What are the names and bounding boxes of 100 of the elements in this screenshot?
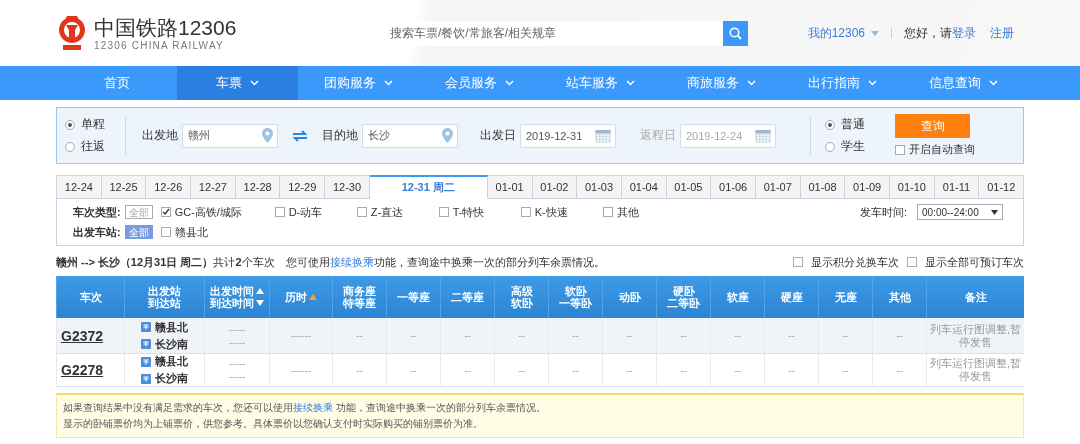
transfer-tip: 您可使用接续换乘功能，查询途中换乘一次的部分列车余票情况。 [286, 254, 605, 270]
date-tab[interactable]: 01-01 [487, 175, 533, 199]
column-header: 动卧 [602, 276, 656, 318]
date-tab[interactable]: 01-11 [934, 175, 980, 199]
display-option-checkbox[interactable]: 显示全部可预订车次 [907, 254, 1024, 270]
arrival-station: 长沙南 [155, 371, 188, 386]
date-tab[interactable]: 12-25 [101, 175, 147, 199]
station-checkbox[interactable]: 赣县北 [160, 224, 208, 240]
seat-availability: -- [734, 330, 741, 341]
date-tab[interactable]: 01-04 [621, 175, 667, 199]
location-pin-icon [262, 128, 273, 143]
duration-text: ------ [291, 330, 311, 341]
date-tab[interactable]: 01-03 [577, 175, 622, 199]
date-field[interactable]: 2019-12-31 [520, 123, 616, 148]
column-header: 商务座 特等座 [332, 276, 386, 318]
calendar-icon [755, 128, 771, 143]
column-header: 硬座 [764, 276, 818, 318]
register-link[interactable]: 注册 [990, 24, 1014, 42]
sort-down-icon[interactable] [256, 300, 264, 306]
train-type-checkbox[interactable]: K-快速 [520, 204, 599, 220]
arrival-time: ----- [228, 371, 246, 382]
column-header: 车次 [56, 276, 124, 318]
column-header: 无座 [818, 276, 872, 318]
arrival-time: ----- [228, 336, 246, 348]
date-label: 返程日 [640, 127, 676, 144]
from-station-field[interactable]: 赣州 [182, 123, 278, 148]
train-type-label: 车次类型: [73, 204, 121, 220]
depart-station-label: 出发车站: [73, 224, 121, 240]
caret-icon [250, 80, 259, 86]
passenger-type-radio[interactable]: 普通 [825, 116, 865, 133]
column-header: 出发站 到达站 [124, 276, 204, 318]
train-type-checkbox[interactable]: Z-直达 [356, 204, 435, 220]
seat-availability: -- [410, 330, 417, 341]
seat-availability: -- [518, 330, 525, 341]
departure-station: 赣县北 [155, 319, 188, 335]
seat-availability: -- [896, 330, 903, 341]
date-tab[interactable]: 12-27 [191, 175, 236, 199]
seat-availability: -- [788, 364, 795, 376]
caret-icon [868, 80, 877, 86]
calendar-icon [595, 128, 611, 143]
seat-availability: -- [626, 364, 633, 376]
caret-icon [747, 80, 756, 86]
trip-type-radio[interactable]: 单程 [65, 116, 105, 133]
trip-type-radio[interactable]: 往返 [65, 138, 105, 155]
caret-icon [505, 80, 514, 86]
date-tab[interactable]: 01-02 [532, 175, 578, 199]
transfer-link[interactable]: 接续换乘 [330, 255, 374, 268]
train-type-checkbox[interactable]: GC-高铁/城际 [160, 204, 271, 220]
search-icon [729, 26, 742, 40]
swap-icon[interactable] [292, 129, 308, 142]
date-tab[interactable]: 01-08 [800, 175, 846, 199]
date-tab[interactable]: 12-31 周二 [369, 175, 488, 199]
notice-text: 显示的卧铺票价均为上铺票价，供您参考。具体票价以您确认支付时实际购买的铺别票价为准。 [63, 417, 484, 431]
date-tab[interactable]: 12-24 [56, 175, 102, 199]
display-option-checkbox[interactable]: 显示积分兑换车次 [793, 254, 899, 270]
date-tab[interactable]: 12-29 [280, 175, 326, 199]
my-account-link[interactable]: 我的12306 [807, 24, 865, 42]
date-tab[interactable]: 12-28 [235, 175, 281, 199]
depart-time-select[interactable]: 00:00--24:00 [917, 204, 1003, 220]
seat-availability: -- [734, 364, 741, 376]
date-tab[interactable]: 01-06 [711, 175, 756, 199]
seat-availability: -- [680, 330, 687, 341]
departure-time: ----- [228, 323, 246, 335]
column-header: 高级 软卧 [494, 276, 548, 318]
seat-availability: -- [464, 330, 471, 341]
date-tab[interactable]: 12-26 [146, 175, 192, 199]
search-button[interactable] [723, 20, 748, 46]
transfer-link[interactable]: 接续换乘 [293, 402, 333, 413]
seat-availability: -- [842, 364, 849, 376]
caret-icon [626, 80, 635, 86]
date-tab[interactable]: 01-12 [979, 175, 1025, 199]
checkmark-icon [161, 208, 170, 216]
greeting-text: 您好，请 [904, 24, 952, 42]
train-type-checkbox[interactable]: 其他 [602, 204, 681, 220]
passenger-type-radio[interactable]: 学生 [825, 138, 865, 155]
login-link[interactable]: 登录 [952, 24, 976, 42]
date-tab[interactable]: 01-07 [755, 175, 801, 199]
train-type-checkbox[interactable]: D-动车 [274, 204, 353, 220]
depart-time-label: 发车时间: [859, 204, 907, 220]
date-tab[interactable]: 01-05 [666, 175, 712, 199]
railway-logo-icon [56, 14, 88, 52]
date-label: 出发日 [480, 127, 516, 144]
arrival-station: 长沙南 [155, 336, 188, 352]
date-tab[interactable]: 12-30 [325, 175, 370, 199]
column-header: 备注 [926, 276, 1024, 318]
column-header: 出发时间 到达时间 [204, 276, 269, 318]
date-tab[interactable]: 01-09 [845, 175, 890, 199]
train-type-checkbox[interactable]: T-特快 [438, 204, 517, 220]
nav-item[interactable]: 车票 [177, 66, 298, 100]
train-number-link[interactable]: G2278 [61, 362, 104, 378]
auto-query-checkbox[interactable]: 开启自动查询 [895, 142, 975, 157]
column-header: 历时 [269, 276, 332, 318]
date-tab[interactable]: 01-10 [890, 175, 935, 199]
sort-up-icon[interactable] [256, 288, 264, 294]
dropdown-icon [991, 209, 998, 215]
to-label: 目的地 [322, 127, 358, 144]
seat-availability: -- [518, 364, 525, 376]
column-header: 软卧 一等卧 [548, 276, 602, 318]
site-title: 中国铁路12306 [94, 15, 237, 40]
to-station-field[interactable]: 长沙 [362, 123, 458, 148]
